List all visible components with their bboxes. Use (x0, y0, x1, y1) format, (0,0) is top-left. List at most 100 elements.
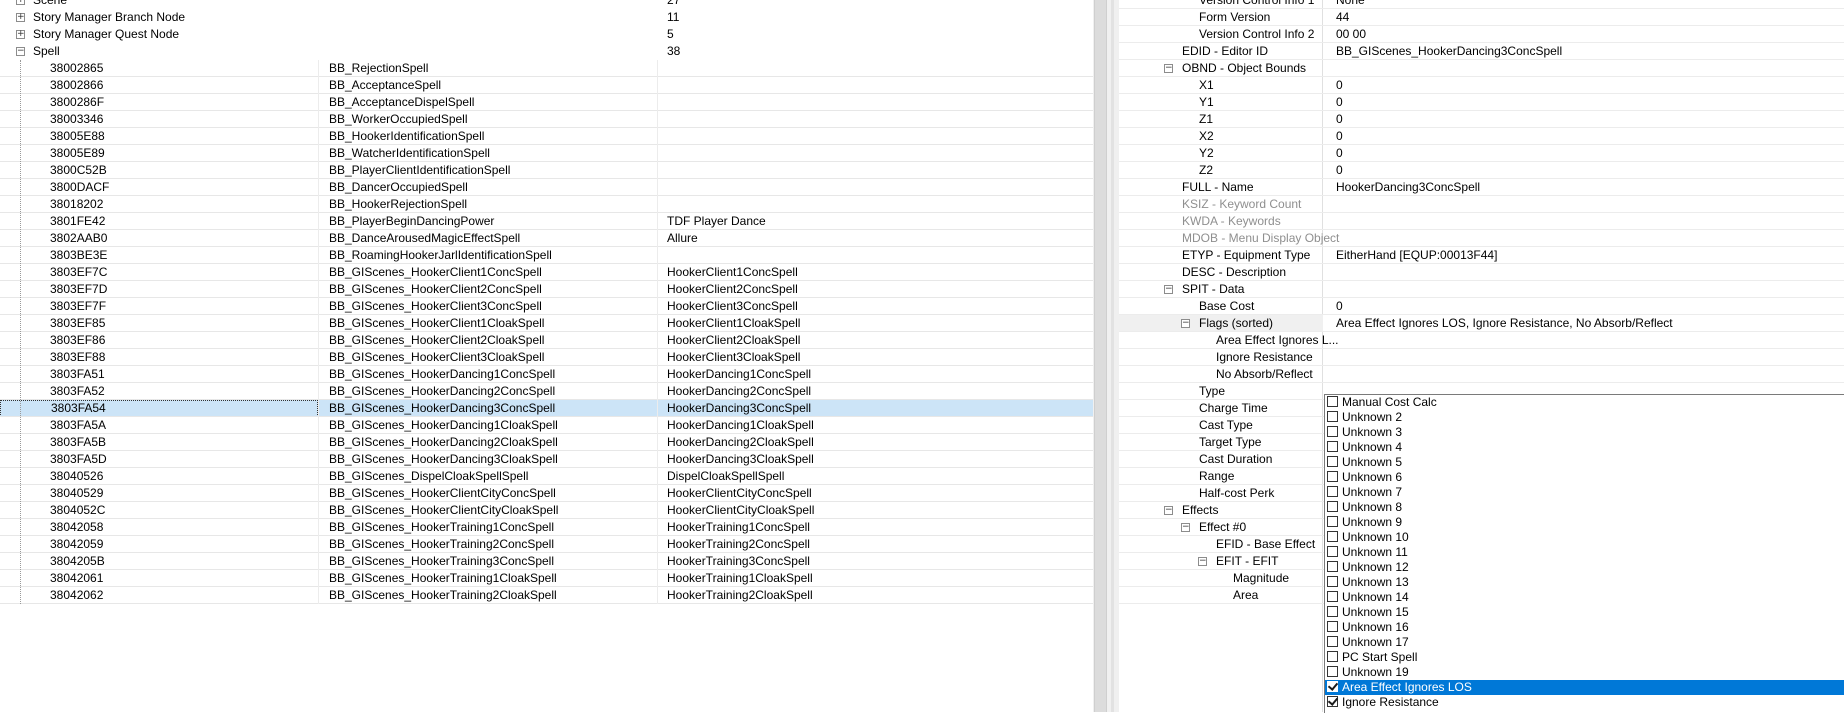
spell-row[interactable]: 3803FA5B BB_GIScenes_HookerDancing2CloakS… (0, 434, 1093, 451)
flag-option[interactable]: Unknown 4 (1325, 440, 1844, 455)
tree-group-row[interactable]: − Spell 38 (0, 43, 1093, 60)
spell-row[interactable]: 3803EF7C BB_GIScenes_HookerClient1ConcSpe… (0, 264, 1093, 281)
flag-option[interactable]: Unknown 8 (1325, 500, 1844, 515)
spell-row[interactable]: 3800C52B BB_PlayerClientIdentificationSpe… (0, 162, 1093, 179)
flag-option[interactable]: Unknown 6 (1325, 470, 1844, 485)
record-field-row[interactable]: Y1 0 (1119, 94, 1844, 111)
flag-option[interactable]: Unknown 3 (1325, 425, 1844, 440)
tree-group-row[interactable]: + Story Manager Quest Node 5 (0, 26, 1093, 43)
record-field-row[interactable]: ETYP - Equipment Type EitherHand [EQUP:00… (1119, 247, 1844, 264)
spell-row[interactable]: 3801FE42 BB_PlayerBeginDancingPower TDF Pl… (0, 213, 1093, 230)
flag-option[interactable]: Unknown 10 (1325, 530, 1844, 545)
record-field-row[interactable]: − OBND - Object Bounds (1119, 60, 1844, 77)
checkbox-icon[interactable] (1327, 426, 1338, 437)
flag-option[interactable]: Unknown 17 (1325, 635, 1844, 650)
collapse-icon[interactable]: − (1164, 506, 1173, 515)
spell-row[interactable]: 38042059 BB_GIScenes_HookerTraining2ConcS… (0, 536, 1093, 553)
flag-option[interactable]: Unknown 5 (1325, 455, 1844, 470)
record-field-row[interactable]: Area Effect Ignores L... (1119, 332, 1844, 349)
checkbox-icon[interactable] (1327, 531, 1338, 542)
record-field-row[interactable]: Form Version 44 (1119, 9, 1844, 26)
checkbox-icon[interactable] (1327, 486, 1338, 497)
checkbox-icon[interactable] (1327, 396, 1338, 407)
spell-row[interactable]: 3803EF85 BB_GIScenes_HookerClient1CloakSp… (0, 315, 1093, 332)
flag-option[interactable]: Unknown 2 (1325, 410, 1844, 425)
checkbox-checked-icon[interactable] (1327, 680, 1339, 692)
flag-option[interactable]: Unknown 19 (1325, 665, 1844, 680)
spell-row[interactable]: 3803FA5D BB_GIScenes_HookerDancing3CloakS… (0, 451, 1093, 468)
spell-row[interactable]: 38042058 BB_GIScenes_HookerTraining1ConcS… (0, 519, 1093, 536)
checkbox-icon[interactable] (1327, 516, 1338, 527)
checkbox-icon[interactable] (1327, 471, 1338, 482)
record-field-row[interactable]: Version Control Info 2 00 00 (1119, 26, 1844, 43)
flag-option[interactable]: Unknown 7 (1325, 485, 1844, 500)
tree-group-row[interactable]: + Scene 27 (0, 0, 1093, 9)
checkbox-checked-icon[interactable] (1327, 695, 1339, 707)
spell-row[interactable]: 3803FA54 BB_GIScenes_HookerDancing3ConcSp… (0, 400, 1093, 417)
expand-icon[interactable]: + (16, 13, 25, 22)
spell-row[interactable]: 38018202 BB_HookerRejectionSpell (0, 196, 1093, 213)
spell-row[interactable]: 38002866 BB_AcceptanceSpell (0, 77, 1093, 94)
record-field-row[interactable]: MDOB - Menu Display Object (1119, 230, 1844, 247)
spell-row[interactable]: 38040529 BB_GIScenes_HookerClientCityConc… (0, 485, 1093, 502)
record-tree-pane[interactable]: + Scene 27 + Story Manager Branch Node 11 + Sto… (0, 0, 1093, 712)
checkbox-icon[interactable] (1327, 501, 1338, 512)
flag-option[interactable]: Unknown 9 (1325, 515, 1844, 530)
spell-row[interactable]: 3803FA5A BB_GIScenes_HookerDancing1CloakS… (0, 417, 1093, 434)
record-field-row[interactable]: X1 0 (1119, 77, 1844, 94)
vertical-scrollbar[interactable] (1094, 0, 1107, 712)
flag-option[interactable]: Unknown 14 (1325, 590, 1844, 605)
splitter-handle[interactable] (1111, 0, 1114, 712)
checkbox-icon[interactable] (1327, 621, 1338, 632)
flags-checklist-dropdown[interactable]: Manual Cost Calc Unknown 2 Unknown 3 Unknow… (1324, 394, 1844, 713)
spell-row[interactable]: 3803EF7F BB_GIScenes_HookerClient3ConcSpe… (0, 298, 1093, 315)
checkbox-icon[interactable] (1327, 561, 1338, 572)
record-field-row[interactable]: − SPIT - Data (1119, 281, 1844, 298)
flag-option[interactable]: Unknown 16 (1325, 620, 1844, 635)
spell-row[interactable]: 38040526 BB_GIScenes_DispelCloakSpellSpel… (0, 468, 1093, 485)
collapse-icon[interactable]: − (16, 47, 25, 56)
spell-row[interactable]: 3803FA52 BB_GIScenes_HookerDancing2ConcSp… (0, 383, 1093, 400)
flag-option[interactable]: Unknown 15 (1325, 605, 1844, 620)
spell-row[interactable]: 3800DACF BB_DancerOccupiedSpell (0, 179, 1093, 196)
tree-group-row[interactable]: + Story Manager Branch Node 11 (0, 9, 1093, 26)
flag-option[interactable]: PC Start Spell (1325, 650, 1844, 665)
flag-option[interactable]: Unknown 11 (1325, 545, 1844, 560)
checkbox-icon[interactable] (1327, 546, 1338, 557)
checkbox-icon[interactable] (1327, 666, 1338, 677)
checkbox-icon[interactable] (1327, 636, 1338, 647)
collapse-icon[interactable]: − (1164, 285, 1173, 294)
spell-row[interactable]: 38042062 BB_GIScenes_HookerTraining2Cloak… (0, 587, 1093, 604)
spell-row[interactable]: 3803FA51 BB_GIScenes_HookerDancing1ConcSp… (0, 366, 1093, 383)
checkbox-icon[interactable] (1327, 441, 1338, 452)
record-field-row[interactable]: Base Cost 0 (1119, 298, 1844, 315)
checkbox-icon[interactable] (1327, 651, 1338, 662)
record-field-row[interactable]: Z2 0 (1119, 162, 1844, 179)
record-field-row[interactable]: Z1 0 (1119, 111, 1844, 128)
spell-row[interactable]: 3802AAB0 BB_DanceArousedMagicEffectSpell A… (0, 230, 1093, 247)
checkbox-icon[interactable] (1327, 456, 1338, 467)
checkbox-icon[interactable] (1327, 591, 1338, 602)
record-field-row[interactable]: Ignore Resistance (1119, 349, 1844, 366)
checkbox-icon[interactable] (1327, 411, 1338, 422)
record-field-row[interactable]: EDID - Editor ID BB_GIScenes_HookerDancin… (1119, 43, 1844, 60)
spell-row[interactable]: 3803EF86 BB_GIScenes_HookerClient2CloakSp… (0, 332, 1093, 349)
spell-row[interactable]: 3800286F BB_AcceptanceDispelSpell (0, 94, 1093, 111)
collapse-icon[interactable]: − (1181, 523, 1190, 532)
collapse-icon[interactable]: − (1164, 64, 1173, 73)
spell-row[interactable]: 3804052C BB_GIScenes_HookerClientCityCloa… (0, 502, 1093, 519)
expand-icon[interactable]: + (16, 0, 25, 5)
flag-option[interactable]: Ignore Resistance (1325, 695, 1844, 710)
spell-row[interactable]: 38002865 BB_RejectionSpell (0, 60, 1093, 77)
record-field-row[interactable]: Version Control Info 1 None (1119, 0, 1844, 9)
spell-row[interactable]: 38003346 BB_WorkerOccupiedSpell (0, 111, 1093, 128)
spell-row[interactable]: 38042061 BB_GIScenes_HookerTraining1Cloak… (0, 570, 1093, 587)
spell-row[interactable]: 3803BE3E BB_RoamingHookerJarlIdentificati… (0, 247, 1093, 264)
flag-option[interactable]: Unknown 13 (1325, 575, 1844, 590)
record-field-row[interactable]: X2 0 (1119, 128, 1844, 145)
record-field-row[interactable]: FULL - Name HookerDancing3ConcSpell (1119, 179, 1844, 196)
collapse-icon[interactable]: − (1181, 319, 1190, 328)
pane-splitter[interactable] (1093, 0, 1119, 712)
flag-option[interactable]: Unknown 12 (1325, 560, 1844, 575)
record-field-row[interactable]: − Flags (sorted) Area Effect Ignores LOS, … (1119, 315, 1844, 332)
